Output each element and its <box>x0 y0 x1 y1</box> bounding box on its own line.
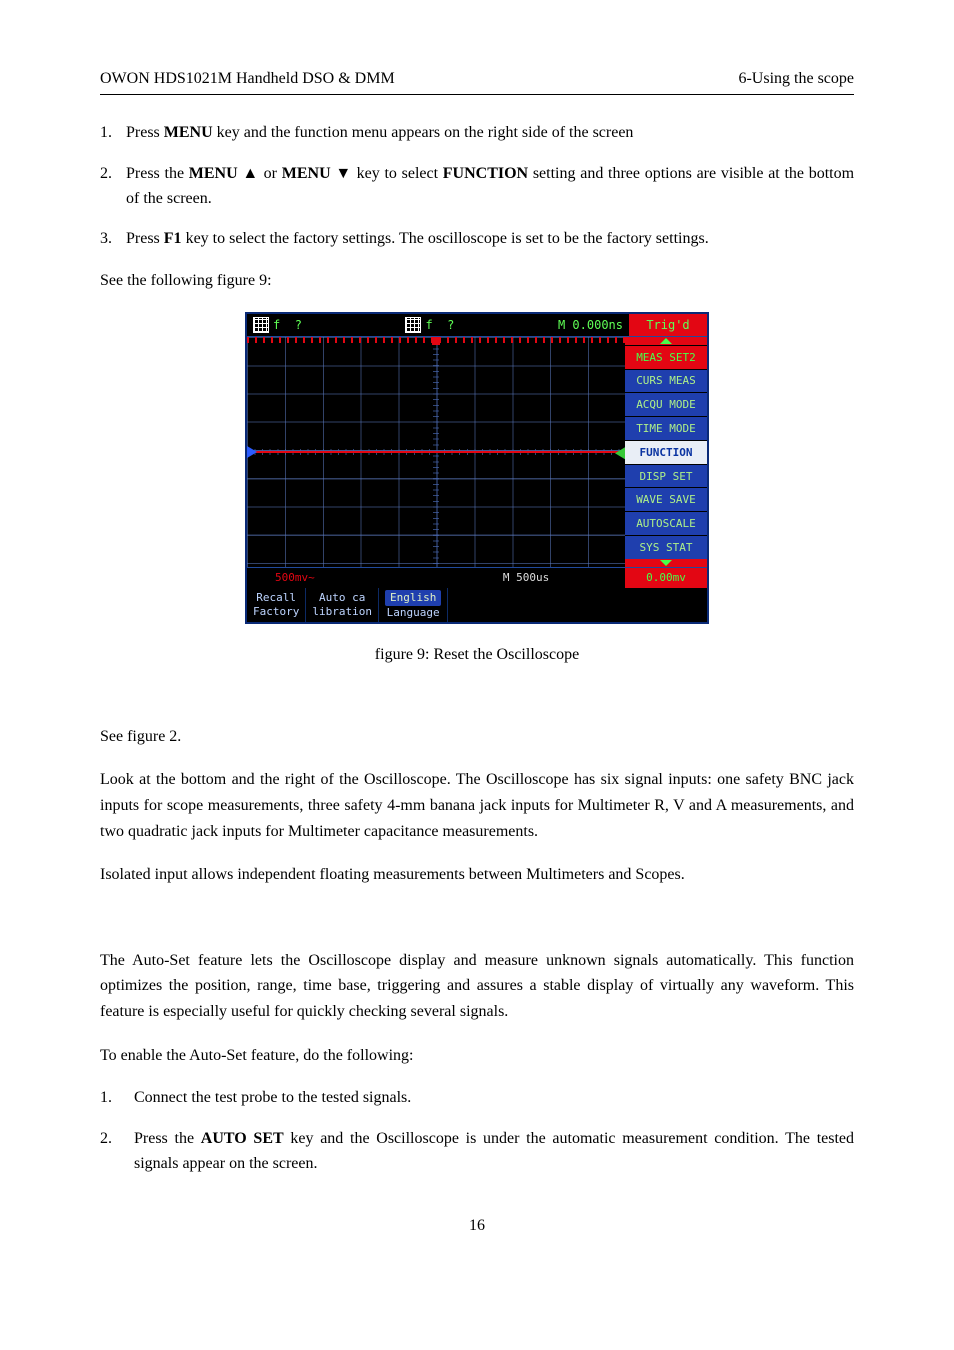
isolated-paragraph: Isolated input allows independent floati… <box>100 862 854 888</box>
menu-item-curs-meas[interactable]: CURS MEAS <box>625 369 707 393</box>
list-item: 1. Press MENU key and the function menu … <box>100 121 854 146</box>
menu-item-wave-save[interactable]: WAVE SAVE <box>625 487 707 511</box>
softkey-line2: libration <box>312 605 372 619</box>
header-left: OWON HDS1021M Handheld DSO & DMM <box>100 70 395 88</box>
softkey-line1: English <box>385 590 441 606</box>
softkey-line2: Factory <box>253 605 299 619</box>
ch1-glyph: f <box>273 319 280 331</box>
coupling-icon <box>405 317 421 333</box>
inputs-paragraph: Look at the bottom and the right of the … <box>100 767 854 844</box>
autoset-paragraph-2: To enable the Auto-Set feature, do the f… <box>100 1043 854 1069</box>
scope-ch2-status: f ? <box>399 314 460 336</box>
chevron-down-icon <box>660 560 672 566</box>
waveform-line <box>247 451 625 453</box>
steps-list-1: 1. Press MENU key and the function menu … <box>100 121 854 252</box>
oscilloscope-figure: f ? f ? M 0.000ns Trig'd <box>245 312 709 624</box>
ch2-value: ? <box>447 319 454 331</box>
see-figure-2: See figure 2. <box>100 724 854 750</box>
list-body: Press the AUTO SET key and the Oscillosc… <box>134 1127 854 1177</box>
list-number: 1. <box>100 121 126 146</box>
scope-main: MEAS SET2 CURS MEAS ACQU MODE TIME MODE … <box>247 336 707 567</box>
list-item: 3. Press F1 key to select the factory se… <box>100 227 854 252</box>
coupling-icon <box>253 317 269 333</box>
ch1-value: ? <box>295 319 302 331</box>
scope-side-menu: MEAS SET2 CURS MEAS ACQU MODE TIME MODE … <box>625 337 707 567</box>
softkey-line1: Auto ca <box>319 591 365 605</box>
scope-bottom-status: 500mv~ M 500us 0.00mv <box>247 567 707 588</box>
scope-waveform-area <box>247 337 625 567</box>
autoset-paragraph-1: The Auto-Set feature lets the Oscillosco… <box>100 948 854 1025</box>
list-body: Press the MENU ▲ or MENU ▼ key to select… <box>126 162 854 212</box>
scope-top-bar: f ? f ? M 0.000ns Trig'd <box>247 314 707 336</box>
list-body: Connect the test probe to the tested sig… <box>134 1086 854 1111</box>
softkey-line1: Recall <box>256 591 296 605</box>
list-number: 3. <box>100 227 126 252</box>
page-number: 16 <box>100 1217 854 1235</box>
menu-down-arrow <box>625 559 707 567</box>
menu-item-sys-stat[interactable]: SYS STAT <box>625 535 707 559</box>
header-right: 6-Using the scope <box>738 70 854 88</box>
ch2-glyph: f <box>425 319 432 331</box>
list-body: Press MENU key and the function menu app… <box>126 121 854 146</box>
timebase: M 500us <box>427 568 625 588</box>
list-item: 2. Press the MENU ▲ or MENU ▼ key to sel… <box>100 162 854 212</box>
see-figure-9: See the following figure 9: <box>100 268 854 294</box>
menu-up-arrow <box>625 337 707 345</box>
menu-item-meas-set2[interactable]: MEAS SET2 <box>625 345 707 369</box>
ground-marker-left <box>247 446 257 458</box>
softkey-f1-recall-factory[interactable]: Recall Factory <box>247 588 306 622</box>
softkey-f2-auto-calibration[interactable]: Auto ca libration <box>306 588 379 622</box>
ch1-scale: 500mv~ <box>247 568 427 588</box>
trigger-level-marker <box>615 447 625 459</box>
list-number: 2. <box>100 1127 134 1152</box>
trig-level: 0.00mv <box>625 568 707 588</box>
scope-ch1-status: f ? <box>247 314 308 336</box>
menu-item-function[interactable]: FUNCTION <box>625 440 707 464</box>
header-rule <box>100 94 854 95</box>
scope-trig-status: Trig'd <box>629 314 707 336</box>
list-item: 1. Connect the test probe to the tested … <box>100 1086 854 1111</box>
menu-item-disp-set[interactable]: DISP SET <box>625 464 707 488</box>
softkey-f3-language[interactable]: English Language <box>379 588 448 622</box>
list-number: 2. <box>100 162 126 187</box>
menu-item-autoscale[interactable]: AUTOSCALE <box>625 511 707 535</box>
menu-item-time-mode[interactable]: TIME MODE <box>625 416 707 440</box>
list-body: Press F1 key to select the factory setti… <box>126 227 854 252</box>
page-header: OWON HDS1021M Handheld DSO & DMM 6-Using… <box>100 70 854 88</box>
softkey-line2: Language <box>387 606 440 620</box>
top-ruler <box>247 337 625 343</box>
figure-caption: figure 9: Reset the Oscilloscope <box>100 646 854 664</box>
list-item: 2. Press the AUTO SET key and the Oscill… <box>100 1127 854 1177</box>
trigger-position-marker <box>432 337 440 345</box>
steps-list-2: 1. Connect the test probe to the tested … <box>100 1086 854 1176</box>
scope-softkeys: Recall Factory Auto ca libration English… <box>247 588 707 622</box>
chevron-up-icon <box>660 338 672 344</box>
scope-time-m: M 0.000ns <box>552 314 629 336</box>
list-number: 1. <box>100 1086 134 1111</box>
menu-item-acqu-mode[interactable]: ACQU MODE <box>625 392 707 416</box>
